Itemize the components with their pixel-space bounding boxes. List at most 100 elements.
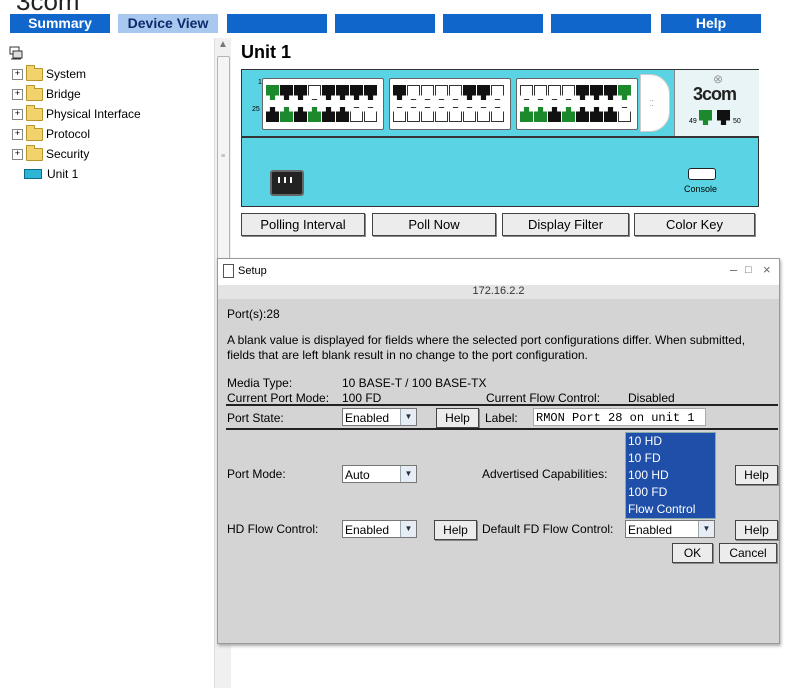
list-option[interactable]: Flow Control [626, 501, 715, 518]
expand-icon[interactable]: + [12, 88, 23, 100]
tab-blank-4[interactable] [551, 14, 651, 33]
tab-blank-3[interactable] [443, 14, 543, 33]
default-fd-flow-control-select[interactable]: Enabled ▼ [625, 520, 715, 538]
port-28[interactable] [463, 107, 476, 122]
port-4[interactable] [280, 107, 293, 122]
port-27[interactable] [463, 85, 476, 100]
port-43[interactable] [590, 85, 603, 100]
port-47[interactable] [618, 85, 631, 100]
tab-blank-2[interactable] [335, 14, 435, 33]
port-32[interactable] [491, 107, 504, 122]
port-37[interactable] [548, 85, 561, 100]
list-option[interactable]: 100 FD [626, 484, 715, 501]
hd-flow-control-select[interactable]: Enabled ▼ [342, 520, 417, 538]
display-filter-button[interactable]: Display Filter [502, 213, 629, 236]
tab-device-view[interactable]: Device View [118, 14, 218, 33]
port-50[interactable] [717, 110, 730, 125]
port-41[interactable] [576, 85, 589, 100]
port-13[interactable] [350, 85, 363, 100]
port-6[interactable] [294, 107, 307, 122]
port-35[interactable] [534, 85, 547, 100]
port-3[interactable] [280, 85, 293, 100]
port-20[interactable] [407, 107, 420, 122]
port-21[interactable] [421, 85, 434, 100]
port-48[interactable] [618, 107, 631, 122]
chevron-down-icon[interactable]: ▼ [400, 466, 416, 482]
port-16[interactable] [364, 107, 377, 122]
list-option[interactable]: 100 HD [626, 467, 715, 484]
expand-icon[interactable]: + [12, 148, 23, 160]
hd-flow-help-button[interactable]: Help [434, 520, 477, 540]
port-42[interactable] [576, 107, 589, 122]
port-46[interactable] [604, 107, 617, 122]
port-45[interactable] [604, 85, 617, 100]
advertised-help-button[interactable]: Help [735, 465, 778, 485]
advertised-capabilities-list[interactable]: 10 HD 10 FD 100 HD 100 FD Flow Control [625, 432, 716, 519]
port-22[interactable] [421, 107, 434, 122]
port-39[interactable] [562, 85, 575, 100]
tree-item-system[interactable]: + System [12, 64, 86, 83]
tab-summary[interactable]: Summary [10, 14, 110, 33]
close-icon[interactable]: × [763, 262, 771, 277]
port-label-input[interactable]: RMON Port 28 on unit 1 [533, 408, 706, 426]
port-state-help-button[interactable]: Help [436, 408, 479, 428]
ok-button[interactable]: OK [672, 543, 713, 563]
expand-icon[interactable]: + [12, 108, 23, 120]
port-9[interactable] [322, 85, 335, 100]
port-36[interactable] [534, 107, 547, 122]
port-7[interactable] [308, 85, 321, 100]
tree-item-bridge[interactable]: + Bridge [12, 84, 81, 103]
port-8[interactable] [308, 107, 321, 122]
port-10[interactable] [322, 107, 335, 122]
port-23[interactable] [435, 85, 448, 100]
list-option[interactable]: 10 FD [626, 450, 715, 467]
network-root-icon[interactable] [9, 46, 23, 60]
port-14[interactable] [350, 107, 363, 122]
port-30[interactable] [477, 107, 490, 122]
port-34[interactable] [520, 107, 533, 122]
port-18[interactable] [393, 107, 406, 122]
tab-blank-1[interactable] [227, 14, 327, 33]
scroll-thumb[interactable]: ≡ [217, 56, 230, 262]
port-24[interactable] [435, 107, 448, 122]
chevron-down-icon[interactable]: ▼ [400, 521, 416, 537]
console-port-icon[interactable] [688, 168, 716, 180]
list-option[interactable]: 10 HD [626, 433, 715, 450]
port-33[interactable] [520, 85, 533, 100]
polling-interval-button[interactable]: Polling Interval [241, 213, 365, 236]
minimize-icon[interactable]: – [730, 262, 737, 277]
port-31[interactable] [491, 85, 504, 100]
tree-item-unit-1[interactable]: Unit 1 [24, 165, 78, 183]
port-29[interactable] [477, 85, 490, 100]
chevron-down-icon[interactable]: ▼ [400, 409, 416, 425]
port-25[interactable] [449, 85, 462, 100]
expand-icon[interactable]: + [12, 128, 23, 140]
port-15[interactable] [364, 85, 377, 100]
port-38[interactable] [548, 107, 561, 122]
port-44[interactable] [590, 107, 603, 122]
port-state-select[interactable]: Enabled ▼ [342, 408, 417, 426]
port-5[interactable] [294, 85, 307, 100]
port-17[interactable] [393, 85, 406, 100]
default-fd-help-button[interactable]: Help [735, 520, 778, 540]
port-49[interactable] [699, 110, 712, 125]
poll-now-button[interactable]: Poll Now [372, 213, 496, 236]
expand-icon[interactable]: + [12, 68, 23, 80]
tree-item-physical-interface[interactable]: + Physical Interface [12, 104, 141, 123]
tree-item-protocol[interactable]: + Protocol [12, 124, 90, 143]
tree-item-security[interactable]: + Security [12, 144, 89, 163]
color-key-button[interactable]: Color Key [634, 213, 755, 236]
port-2[interactable] [266, 107, 279, 122]
port-mode-select[interactable]: Auto ▼ [342, 465, 417, 483]
tab-help[interactable]: Help [661, 14, 761, 33]
port-26[interactable] [449, 107, 462, 122]
port-19[interactable] [407, 85, 420, 100]
port-12[interactable] [336, 107, 349, 122]
port-40[interactable] [562, 107, 575, 122]
port-11[interactable] [336, 85, 349, 100]
port-1[interactable] [266, 85, 279, 100]
maximize-icon[interactable]: □ [745, 264, 752, 276]
cancel-button[interactable]: Cancel [719, 543, 777, 563]
chevron-down-icon[interactable]: ▼ [698, 521, 714, 537]
scroll-up-icon[interactable]: ▲ [215, 38, 231, 52]
